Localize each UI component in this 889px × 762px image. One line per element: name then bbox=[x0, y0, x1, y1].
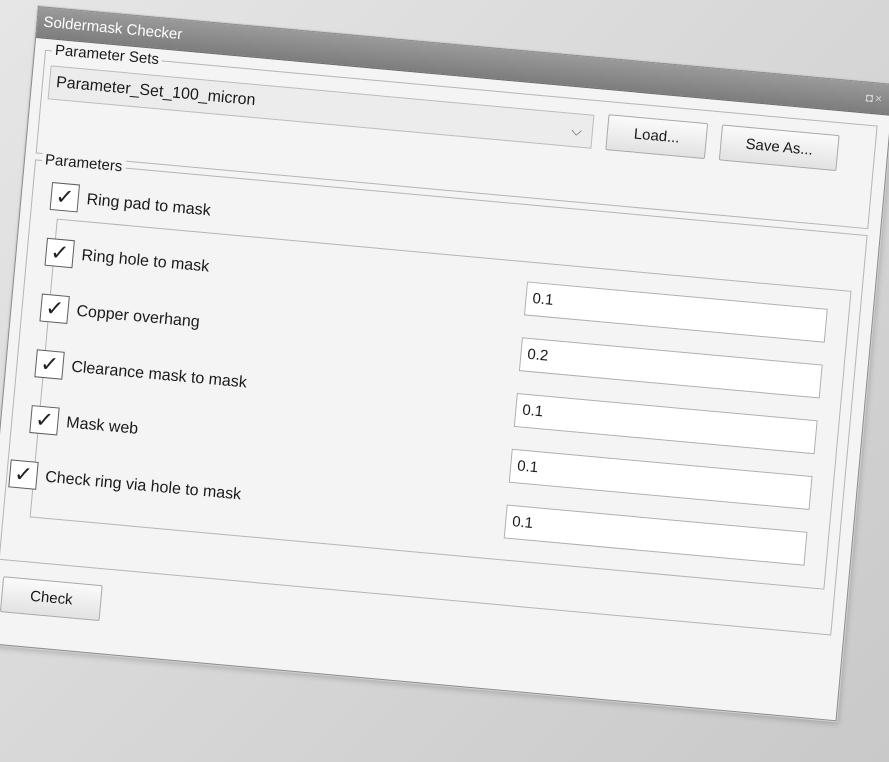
copper-overhang-checkbox[interactable]: ✓ bbox=[39, 293, 70, 324]
ring-pad-label: Ring pad to mask bbox=[85, 191, 212, 220]
load-button[interactable]: Load... bbox=[605, 114, 709, 160]
ring-pad-checkbox[interactable]: ✓ bbox=[49, 182, 80, 213]
ring-hole-checkbox[interactable]: ✓ bbox=[44, 237, 75, 269]
chevron-down-icon[interactable]: ⌵ bbox=[570, 114, 583, 147]
parameter-set-selected: Parameter_Set_100_micron bbox=[55, 73, 257, 110]
screen: Soldermask Checker ◘× Parameter Sets Par… bbox=[0, 0, 889, 762]
mask-web-checkbox[interactable]: ✓ bbox=[29, 405, 60, 436]
window-controls[interactable]: ◘× bbox=[864, 82, 885, 114]
window-title: Soldermask Checker bbox=[42, 13, 183, 44]
check-ring-via-checkbox[interactable]: ✓ bbox=[8, 459, 39, 490]
copper-overhang-label: Copper overhang bbox=[75, 302, 201, 331]
mask-web-label: Mask web bbox=[65, 414, 139, 438]
parameters-group: Parameters ✓ Ring pad to mask ✓ Ring hol… bbox=[0, 151, 868, 636]
check-button[interactable]: Check bbox=[0, 576, 103, 622]
clearance-checkbox[interactable]: ✓ bbox=[34, 349, 65, 380]
soldermask-checker-dialog: Soldermask Checker ◘× Parameter Sets Par… bbox=[0, 6, 889, 722]
ring-hole-label: Ring hole to mask bbox=[80, 247, 210, 276]
save-as-button[interactable]: Save As... bbox=[718, 124, 840, 172]
